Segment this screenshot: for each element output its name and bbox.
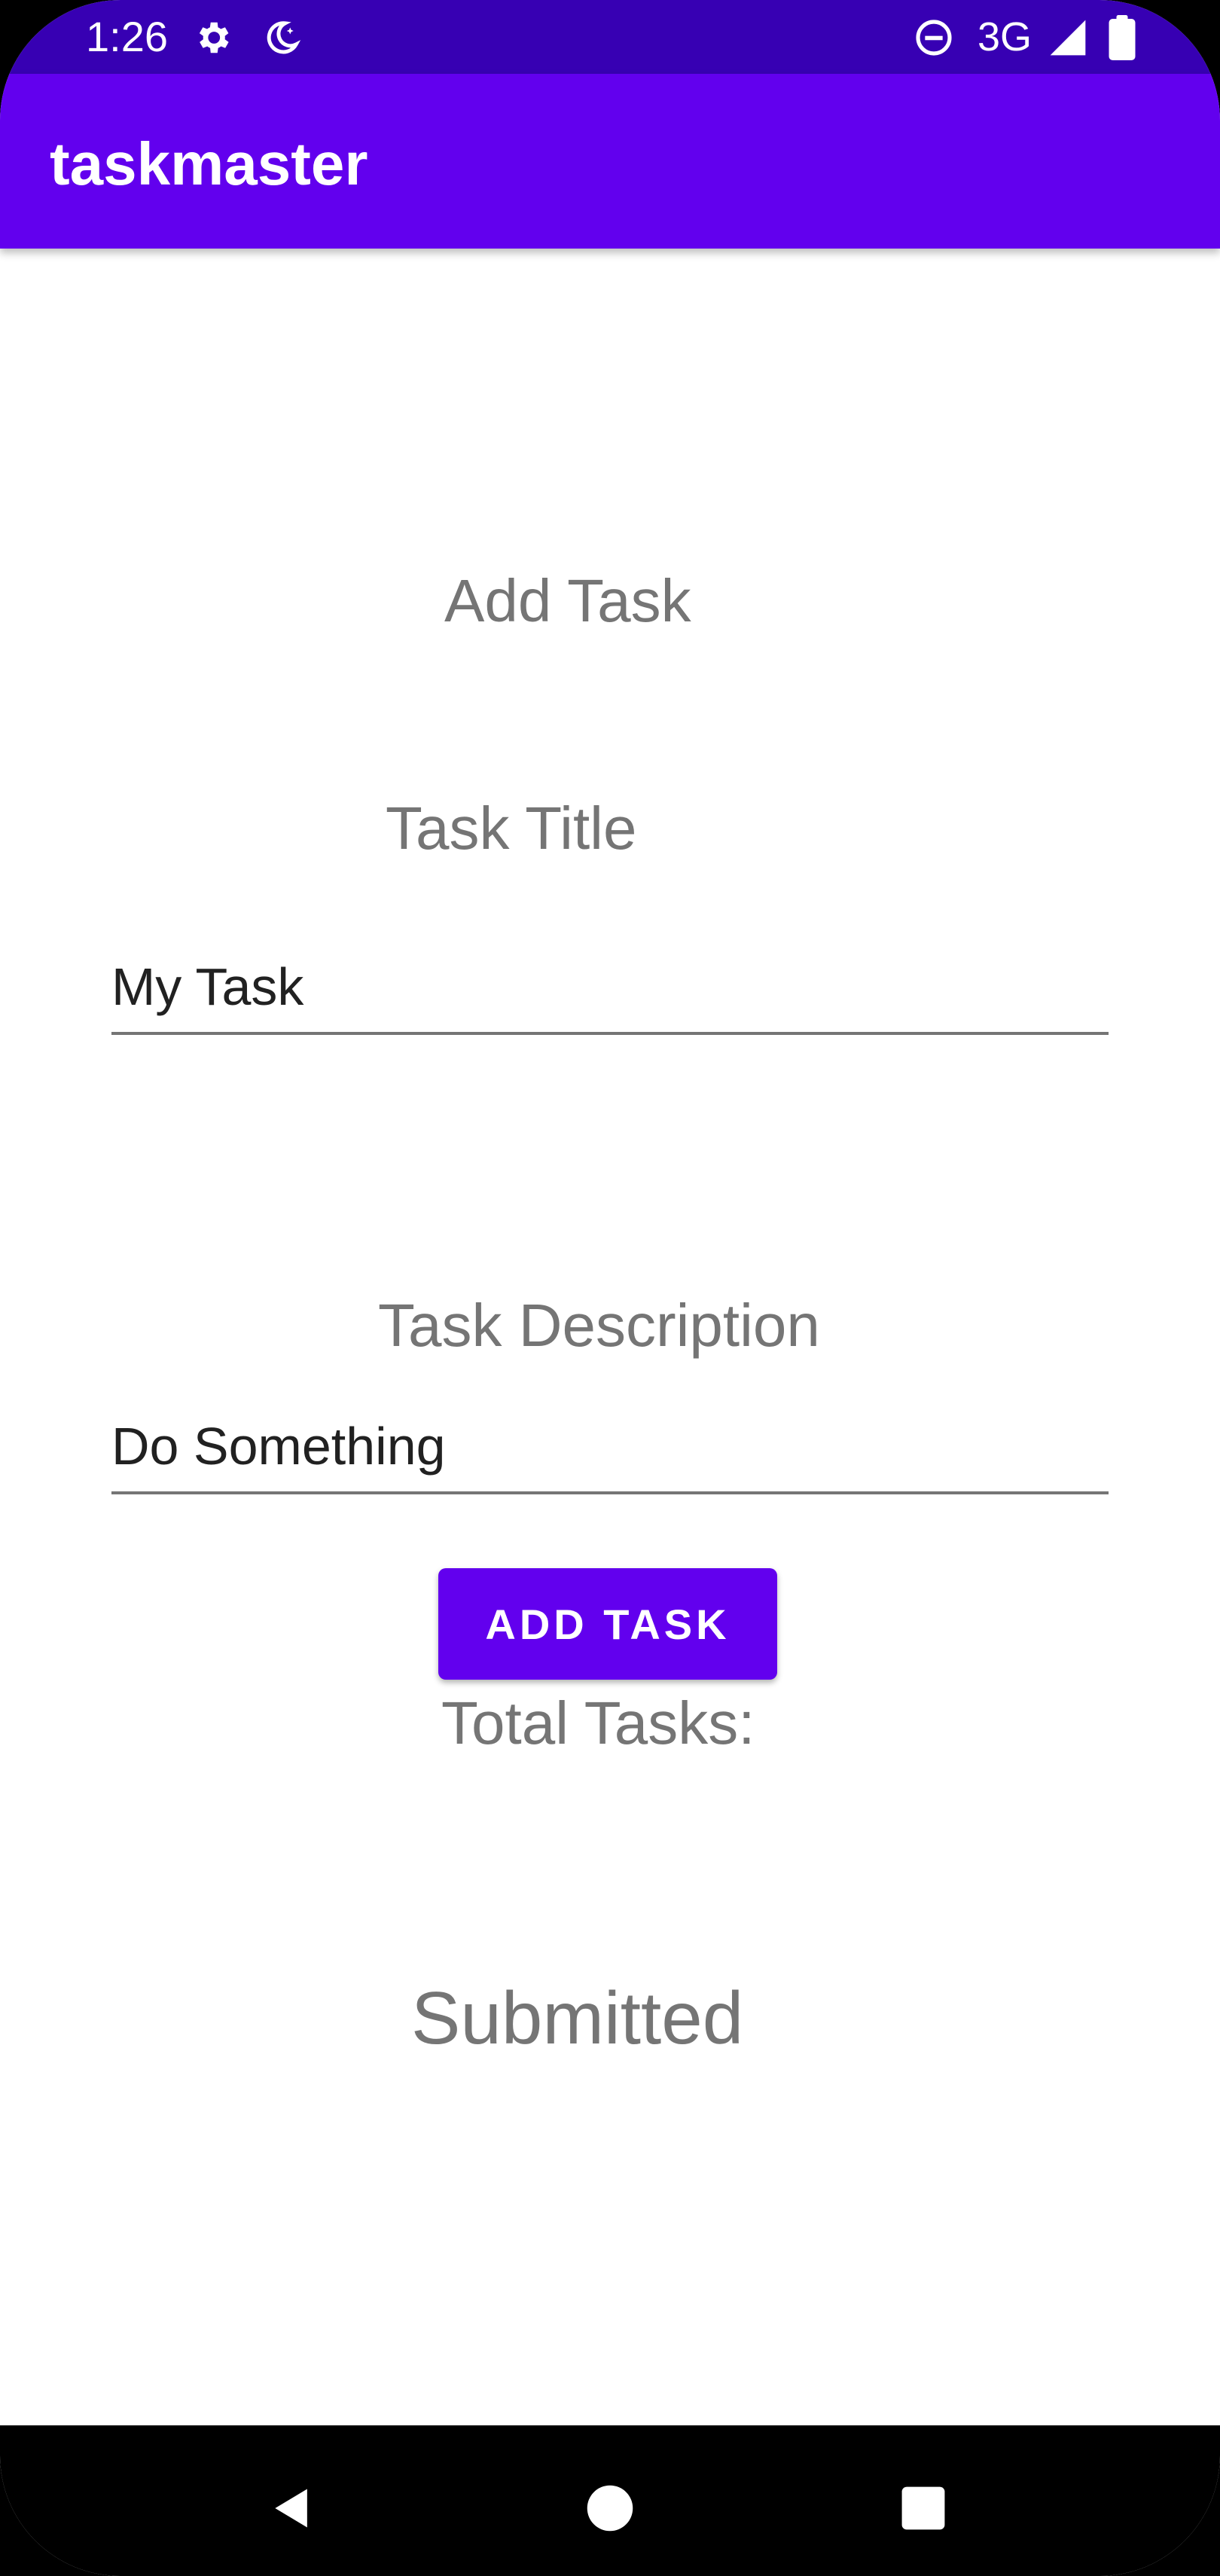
signal-icon <box>1045 15 1090 60</box>
task-title-value: My Task <box>111 957 304 1016</box>
network-type: 3G <box>978 14 1032 60</box>
do-not-disturb-icon <box>911 15 956 60</box>
task-description-value: Do Something <box>111 1417 446 1476</box>
submitted-text: Submitted <box>411 1976 744 2059</box>
app-title: taskmaster <box>50 130 368 197</box>
navigation-bar <box>0 2425 1220 2576</box>
battery-icon <box>1100 15 1145 60</box>
task-title-input[interactable]: My Task <box>111 919 1109 1035</box>
task-description-label: Task Description <box>378 1292 820 1359</box>
moon-icon <box>259 15 304 60</box>
status-time: 1:26 <box>86 13 168 60</box>
total-tasks-label: Total Tasks: <box>441 1689 755 1757</box>
task-description-input[interactable]: Do Something <box>111 1378 1109 1494</box>
app-bar: taskmaster <box>0 74 1220 249</box>
status-bar: 1:26 3G <box>0 0 1220 74</box>
add-task-button[interactable]: ADD TASK <box>438 1568 777 1680</box>
recents-icon[interactable] <box>886 2471 961 2546</box>
gear-icon <box>190 15 235 60</box>
add-task-heading: Add Task <box>444 567 691 634</box>
home-icon[interactable] <box>572 2471 648 2546</box>
back-icon[interactable] <box>255 2471 330 2546</box>
task-title-label: Task Title <box>386 795 637 862</box>
app-screen: 1:26 3G taskmaster Add Task Task Title M… <box>0 0 1220 2576</box>
